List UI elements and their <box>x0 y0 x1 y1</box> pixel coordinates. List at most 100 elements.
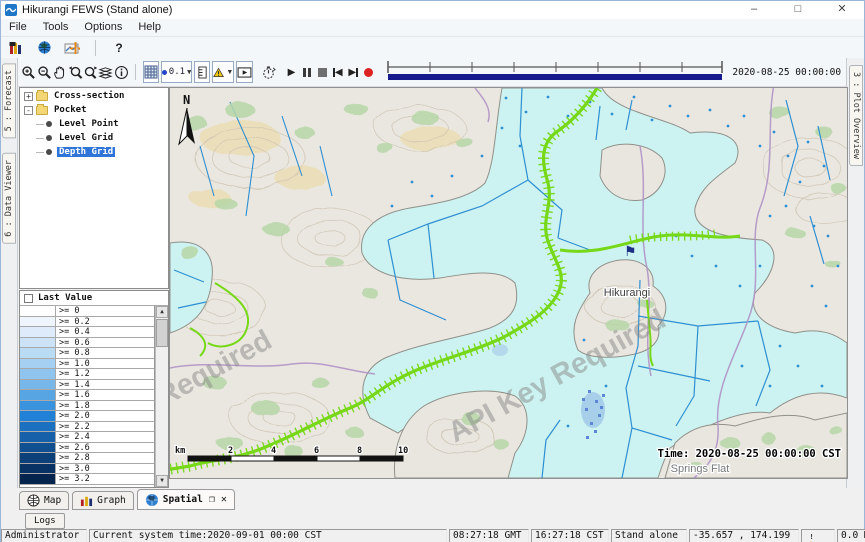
tab-plot-overview[interactable]: 3 : Plot Overview <box>849 65 863 166</box>
record-button[interactable] <box>361 61 376 83</box>
legend-color-swatch <box>20 380 56 390</box>
tree-node-label[interactable]: Depth Grid <box>57 147 115 157</box>
tree-node-level-point[interactable]: Level Point <box>20 118 168 130</box>
legend-row[interactable]: >= 2.8 <box>20 453 154 464</box>
tab-graph[interactable]: Graph <box>72 491 134 510</box>
window-title: Hikurangi FEWS (Stand alone) <box>22 4 172 16</box>
status-bar: Administrator Current system time:2020-0… <box>1 529 865 542</box>
legend-row[interactable]: >= 2.4 <box>20 432 154 443</box>
menu-bar: File Tools Options Help <box>1 19 864 37</box>
minimize-button[interactable]: – <box>732 1 776 19</box>
skip-end-button[interactable]: ▶ <box>346 61 361 83</box>
scroll-up-icon[interactable]: ▲ <box>156 306 168 318</box>
legend-row[interactable]: >= 2.2 <box>20 422 154 433</box>
stop-button[interactable] <box>315 61 330 83</box>
tab-spatial[interactable]: Spatial ❐ ✕ <box>137 489 235 510</box>
layer-bullet-icon <box>46 121 52 127</box>
profile-tool-icon[interactable] <box>260 61 275 83</box>
tree-node-pocket[interactable]: - Pocket <box>20 104 168 116</box>
tree-node-label[interactable]: Cross-section <box>52 91 126 101</box>
legend-value-label: >= 0.8 <box>56 348 90 358</box>
tree-node-label[interactable]: Pocket <box>52 105 89 115</box>
legend-row[interactable]: >= 1.8 <box>20 401 154 412</box>
tree-connector <box>36 138 44 139</box>
tree-node-depth-grid[interactable]: Depth Grid <box>20 146 168 158</box>
zoom-in-icon[interactable] <box>21 61 36 83</box>
spatial-map-view[interactable]: ⚑ Hikurangi Springs Flat API Key Require… <box>169 87 848 479</box>
layers-icon[interactable] <box>98 61 113 83</box>
legend-row[interactable]: >= 1.4 <box>20 380 154 391</box>
status-warning-icon[interactable] <box>801 529 835 542</box>
tab-map[interactable]: Map <box>19 491 69 510</box>
tab-maximize-icon[interactable]: ❐ <box>209 494 215 505</box>
svg-text:N: N <box>183 93 190 107</box>
legend-row[interactable]: >= 0.8 <box>20 348 154 359</box>
zoom-out-icon[interactable] <box>36 61 51 83</box>
bottom-tab-bar: Map Graph Spatial ❐ ✕ <box>19 488 849 510</box>
legend-row[interactable]: >= 0 <box>20 306 154 317</box>
station-marker-icon: ⚑ <box>624 243 637 259</box>
locality-label: Springs Flat <box>671 463 730 475</box>
legend-row[interactable]: >= 2.0 <box>20 411 154 422</box>
last-value-label: Last Value <box>38 293 92 303</box>
tab-forecast[interactable]: 5 : Forecast <box>2 63 16 138</box>
tree-expander-icon[interactable]: - <box>24 106 33 115</box>
status-local-time: 16:27:18 CST <box>531 529 609 542</box>
legend-row[interactable]: >= 3.2 <box>20 474 154 485</box>
tab-close-icon[interactable]: ✕ <box>221 494 227 505</box>
menu-help[interactable]: Help <box>130 19 169 36</box>
legend-row[interactable]: >= 0.4 <box>20 327 154 338</box>
status-gmt-time: 08:27:18 GMT <box>449 529 529 542</box>
legend-scrollbar[interactable]: ▲ ▼ <box>155 306 168 487</box>
tab-data-viewer[interactable]: 6 : Data Viewer <box>2 153 16 244</box>
legend-color-swatch <box>20 443 56 453</box>
skip-start-button[interactable]: ◀ <box>330 61 345 83</box>
tree-node-cross-section[interactable]: + Cross-section <box>20 90 168 102</box>
legend-row[interactable]: >= 1.6 <box>20 390 154 401</box>
chevron-down-icon: ▼ <box>187 68 191 76</box>
menu-tools[interactable]: Tools <box>35 19 77 36</box>
menu-file[interactable]: File <box>1 19 35 36</box>
svg-text:km: km <box>175 446 185 456</box>
pause-button[interactable] <box>299 61 314 83</box>
svg-text:6: 6 <box>314 446 319 456</box>
legend-row[interactable]: >= 0.2 <box>20 317 154 328</box>
info-icon[interactable] <box>114 61 129 83</box>
timeline-slider[interactable] <box>384 59 726 86</box>
grid-toggle-button[interactable] <box>143 61 159 83</box>
close-button[interactable]: ✕ <box>820 1 864 19</box>
tab-spatial-label: Spatial <box>163 494 203 505</box>
zoom-previous-icon[interactable] <box>67 61 82 83</box>
tree-expander-icon[interactable]: + <box>24 92 33 101</box>
legend-color-swatch <box>20 338 56 348</box>
chevron-down-icon: ▼ <box>226 69 233 76</box>
help-button[interactable]: ? <box>108 37 130 59</box>
maximize-button[interactable]: □ <box>776 1 820 19</box>
logs-row: Logs <box>19 510 849 529</box>
zoom-next-icon[interactable] <box>83 61 98 83</box>
tab-graph-label: Graph <box>97 495 126 506</box>
legend-row[interactable]: >= 1.2 <box>20 369 154 380</box>
legend-row[interactable]: >= 2.6 <box>20 443 154 454</box>
pan-hand-icon[interactable] <box>52 61 67 83</box>
logs-button[interactable]: Logs <box>25 513 65 529</box>
explorer-icon[interactable] <box>5 37 27 59</box>
legend-row[interactable]: >= 1.0 <box>20 359 154 370</box>
contour-threshold-dropdown[interactable]: 0.1 ▼ <box>161 61 192 83</box>
tree-node-level-grid[interactable]: Level Grid <box>20 132 168 144</box>
tree-node-label[interactable]: Level Grid <box>57 133 115 143</box>
tree-node-label[interactable]: Level Point <box>57 119 121 129</box>
spatial-display-icon[interactable] <box>61 37 83 59</box>
play-button[interactable]: ▶ <box>284 61 299 83</box>
vertical-profile-button[interactable] <box>194 61 210 83</box>
warning-threshold-dropdown[interactable]: ▼ <box>212 61 234 83</box>
legend-row[interactable]: >= 0.6 <box>20 338 154 349</box>
last-value-checkbox[interactable] <box>24 294 33 303</box>
animation-window-button[interactable] <box>236 61 253 83</box>
scrollbar-thumb[interactable] <box>156 319 168 347</box>
menu-options[interactable]: Options <box>76 19 130 36</box>
legend-row[interactable]: >= 3.0 <box>20 464 154 475</box>
scroll-down-icon[interactable]: ▼ <box>156 475 168 487</box>
tab-map-label: Map <box>44 495 61 506</box>
map-display-icon[interactable] <box>33 37 55 59</box>
